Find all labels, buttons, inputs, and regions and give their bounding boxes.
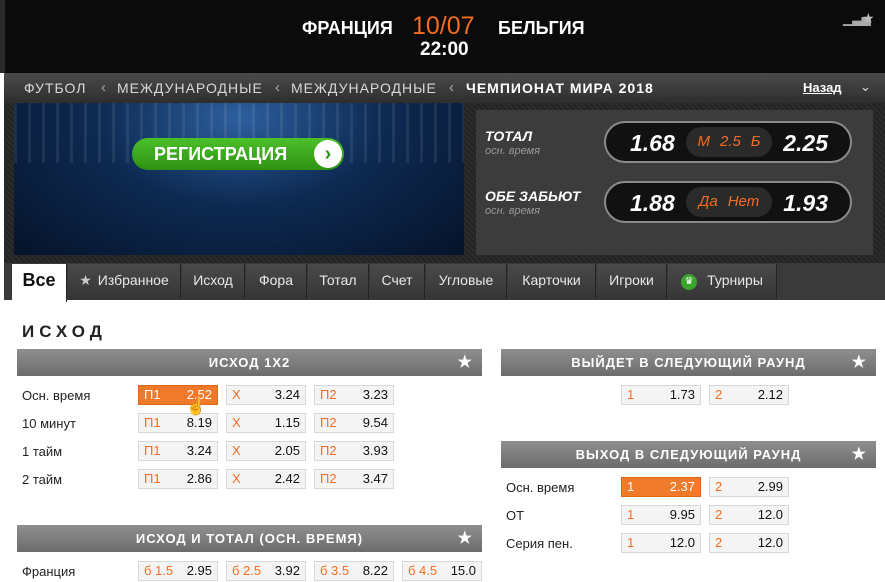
- chevron-down-icon[interactable]: ⌄: [860, 79, 871, 95]
- away-team: БЕЛЬГИЯ: [498, 18, 585, 38]
- both-score-title: ОБЕ ЗАБЬЮТ: [485, 188, 581, 204]
- row-label: ОТ: [506, 508, 525, 523]
- star-icon[interactable]: ★: [862, 10, 875, 27]
- row-label: Франция: [22, 564, 76, 579]
- odd-button[interactable]: 1 2.37: [621, 477, 701, 497]
- odd-button[interactable]: Х 2.42: [226, 469, 306, 489]
- odd-button[interactable]: П2 3.23: [314, 385, 394, 405]
- total-title: ТОТАЛ: [485, 128, 533, 144]
- match-date: 10/07: [412, 12, 475, 40]
- odd-button[interactable]: П1 2.52: [138, 385, 218, 405]
- breadcrumb-item-international[interactable]: МЕЖДУНАРОДНЫЕ: [117, 80, 263, 96]
- tab-corners[interactable]: Угловые: [426, 264, 507, 299]
- tab-outcome[interactable]: Исход: [182, 264, 245, 299]
- match-page: ФРАНЦИЯ 10/07 БЕЛЬГИЯ 22:00 ▁▃▅ ★ ФУТБОЛ…: [0, 0, 885, 582]
- odd-button[interactable]: П1 2.86: [138, 469, 218, 489]
- row-label: Серия пен.: [506, 536, 573, 551]
- odd-button[interactable]: 2 2.12: [709, 385, 789, 405]
- chevron-left-icon: ‹: [449, 79, 454, 96]
- home-team: ФРАНЦИЯ: [302, 18, 393, 38]
- total-over-odd[interactable]: 1.68: [630, 130, 675, 157]
- odd-button[interactable]: П1 3.24: [138, 441, 218, 461]
- market-header-advance[interactable]: ВЫХОД В СЛЕДУЮЩИЙ РАУНД ★: [501, 441, 876, 468]
- row-label: 1 тайм: [22, 444, 63, 459]
- odd-button[interactable]: Х 2.05: [226, 441, 306, 461]
- chevron-left-icon: ‹: [101, 79, 106, 96]
- both-yes-odd[interactable]: 1.88: [630, 190, 675, 217]
- star-icon[interactable]: ★: [458, 349, 473, 376]
- chevron-left-icon: ‹: [275, 79, 280, 96]
- odd-button[interactable]: П1 8.19: [138, 413, 218, 433]
- breadcrumb-item-international-2[interactable]: МЕЖДУНАРОДНЫЕ: [291, 80, 437, 96]
- row-label: 10 минут: [22, 416, 76, 431]
- odd-button[interactable]: Х 3.24: [226, 385, 306, 405]
- quick-odds-panel: ТОТАЛ осн. время 1.68 М 2.5 Б 2.25 ОБЕ ЗАБ…: [476, 110, 873, 255]
- total-line: М 2.5 Б: [686, 127, 772, 157]
- tab-score[interactable]: Счет: [370, 264, 425, 299]
- tab-players[interactable]: Игроки: [597, 264, 667, 299]
- star-icon[interactable]: ★: [852, 441, 867, 468]
- total-subtitle: осн. время: [485, 145, 541, 157]
- tab-tournaments[interactable]: ♛ Турниры: [668, 264, 777, 299]
- tab-handicap[interactable]: Фора: [246, 264, 307, 299]
- star-icon: ★: [79, 272, 92, 288]
- market-title: ВЫХОД В СЛЕДУЮЩИЙ РАУНД: [575, 447, 802, 462]
- frame-edge: [0, 0, 5, 73]
- market-header-next-round[interactable]: ВЫЙДЕТ В СЛЕДУЮЩИЙ РАУНД ★: [501, 349, 876, 376]
- odd-button[interactable]: б 2.5 3.92: [226, 561, 306, 581]
- both-no-odd[interactable]: 1.93: [783, 190, 828, 217]
- arrow-right-icon: ›: [314, 140, 342, 168]
- odd-button[interactable]: 1 12.0: [621, 533, 701, 553]
- odd-button[interactable]: 2 2.99: [709, 477, 789, 497]
- row-label: Осн. время: [22, 388, 91, 403]
- odd-button[interactable]: Х 1.15: [226, 413, 306, 433]
- market-title: ИСХОД И ТОТАЛ (ОСН. ВРЕМЯ): [135, 531, 364, 546]
- tab-cards[interactable]: Карточки: [508, 264, 596, 299]
- tab-all[interactable]: Все: [12, 264, 67, 302]
- odd-button[interactable]: П2 3.47: [314, 469, 394, 489]
- both-score-pill[interactable]: 1.88 Да Нет 1.93: [604, 181, 852, 223]
- odd-button[interactable]: б 1.5 2.95: [138, 561, 218, 581]
- trophy-icon: ♛: [681, 274, 698, 290]
- both-score-labels: Да Нет: [686, 187, 772, 217]
- total-under-odd[interactable]: 2.25: [783, 130, 828, 157]
- odd-button[interactable]: П2 3.93: [314, 441, 394, 461]
- total-pill[interactable]: 1.68 М 2.5 Б 2.25: [604, 121, 852, 163]
- breadcrumb-item-world-cup: ЧЕМПИОНАТ МИРА 2018: [466, 80, 654, 96]
- market-header-outcome[interactable]: ИСХОД 1X2 ★: [17, 349, 482, 376]
- register-button[interactable]: РЕГИСТРАЦИЯ ›: [132, 138, 344, 170]
- market-title: ИСХОД 1X2: [208, 355, 291, 370]
- odd-button[interactable]: 1 9.95: [621, 505, 701, 525]
- match-time: 22:00: [420, 39, 469, 60]
- odd-button[interactable]: 1 1.73: [621, 385, 701, 405]
- odd-button[interactable]: б 3.5 8.22: [314, 561, 394, 581]
- star-icon[interactable]: ★: [458, 525, 473, 552]
- odd-button[interactable]: 2 12.0: [709, 505, 789, 525]
- market-title: ВЫЙДЕТ В СЛЕДУЮЩИЙ РАУНД: [571, 355, 806, 370]
- both-score-subtitle: осн. время: [485, 205, 541, 217]
- tab-total[interactable]: Тотал: [308, 264, 369, 299]
- section-title: ИСХОД: [22, 322, 107, 341]
- odd-button[interactable]: 2 12.0: [709, 533, 789, 553]
- match-header: ФРАНЦИЯ 10/07 БЕЛЬГИЯ 22:00 ▁▃▅ ★: [0, 0, 885, 73]
- star-icon[interactable]: ★: [852, 349, 867, 376]
- breadcrumb: ФУТБОЛ ‹ МЕЖДУНАРОДНЫЕ ‹ МЕЖДУНАРОДНЫЕ ‹…: [4, 73, 885, 103]
- back-link[interactable]: Назад: [803, 80, 842, 95]
- row-label: Осн. время: [506, 480, 575, 495]
- tab-favorites[interactable]: ★ Избранное: [68, 264, 181, 299]
- market-header-outcome-total[interactable]: ИСХОД И ТОТАЛ (ОСН. ВРЕМЯ) ★: [17, 525, 482, 552]
- odd-button[interactable]: б 4.5 15.0: [402, 561, 482, 581]
- hand-cursor-icon: ☝: [186, 399, 206, 416]
- stadium-banner: РЕГИСТРАЦИЯ ›: [14, 103, 464, 255]
- register-button-label: РЕГИСТРАЦИЯ: [154, 144, 288, 164]
- row-label: 2 тайм: [22, 472, 63, 487]
- odd-button[interactable]: П2 9.54: [314, 413, 394, 433]
- breadcrumb-item-football[interactable]: ФУТБОЛ: [24, 80, 86, 96]
